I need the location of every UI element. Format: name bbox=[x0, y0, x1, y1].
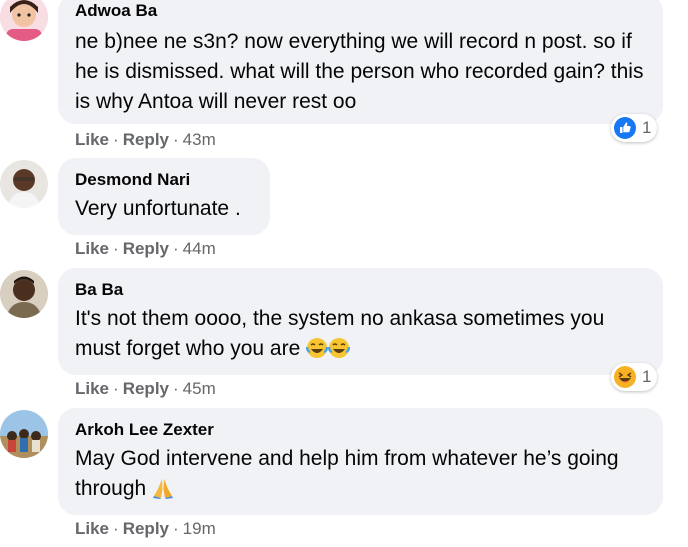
separator: · bbox=[173, 379, 179, 398]
tears-of-joy-emoji bbox=[327, 337, 351, 368]
reaction-count: 1 bbox=[642, 367, 652, 386]
comment-bubble: Ba Ba It's not them oooo, the system no … bbox=[58, 268, 663, 375]
like-button[interactable]: Like bbox=[75, 130, 109, 149]
comment-timestamp[interactable]: 45m bbox=[183, 379, 216, 398]
comment-bubble: Adwoa Ba ne b)nee ne s3n? now everything… bbox=[58, 0, 663, 124]
like-button[interactable]: Like bbox=[75, 379, 109, 398]
avatar[interactable] bbox=[0, 270, 48, 318]
avatar[interactable] bbox=[0, 410, 48, 458]
reply-button[interactable]: Reply bbox=[123, 130, 169, 149]
avatar-image bbox=[0, 160, 48, 208]
like-button[interactable]: Like bbox=[75, 519, 109, 538]
like-icon bbox=[614, 117, 636, 139]
praying-hands-emoji bbox=[152, 477, 174, 508]
separator: · bbox=[113, 519, 119, 538]
comment-author[interactable]: Adwoa Ba bbox=[75, 0, 649, 22]
reaction-summary[interactable]: 1 bbox=[611, 363, 658, 391]
avatar[interactable] bbox=[0, 160, 48, 208]
avatar-image bbox=[0, 0, 48, 41]
avatar[interactable] bbox=[0, 0, 48, 41]
haha-icon bbox=[614, 366, 636, 388]
avatar-image bbox=[0, 410, 48, 458]
separator: · bbox=[113, 239, 119, 258]
comment-timestamp[interactable]: 44m bbox=[183, 239, 216, 258]
comment-text: Very unfortunate . bbox=[75, 197, 241, 220]
separator: · bbox=[113, 130, 119, 149]
avatar-image bbox=[0, 270, 48, 318]
reply-button[interactable]: Reply bbox=[123, 239, 169, 258]
reply-button[interactable]: Reply bbox=[123, 519, 169, 538]
separator: · bbox=[173, 519, 179, 538]
like-button[interactable]: Like bbox=[75, 239, 109, 258]
comment-actions: Like · Reply · 43m bbox=[75, 130, 216, 150]
separator: · bbox=[113, 379, 119, 398]
comment-text: It's not them oooo, the system no ankasa… bbox=[75, 304, 649, 368]
comment-author[interactable]: Ba Ba bbox=[75, 279, 649, 301]
comment-actions: Like · Reply · 45m bbox=[75, 379, 216, 399]
comment-timestamp[interactable]: 43m bbox=[183, 130, 216, 149]
tears-of-joy-emoji bbox=[305, 337, 329, 368]
separator: · bbox=[173, 130, 179, 149]
comment-author[interactable]: Arkoh Lee Zexter bbox=[75, 419, 649, 441]
comment-author[interactable]: Desmond Nari bbox=[75, 169, 256, 191]
comment-bubble: Desmond Nari Very unfortunate . bbox=[58, 158, 270, 235]
comment-text: May God intervene and help him from what… bbox=[75, 444, 649, 508]
comment-text: ne b)nee ne s3n? now everything we will … bbox=[75, 30, 644, 113]
comment-bubble: Arkoh Lee Zexter May God intervene and h… bbox=[58, 408, 663, 515]
separator: · bbox=[173, 239, 179, 258]
reaction-count: 1 bbox=[642, 118, 652, 137]
comment-timestamp[interactable]: 19m bbox=[183, 519, 216, 538]
reply-button[interactable]: Reply bbox=[123, 379, 169, 398]
comment-actions: Like · Reply · 44m bbox=[75, 239, 216, 259]
comment-actions: Like · Reply · 19m bbox=[75, 519, 216, 539]
reaction-summary[interactable]: 1 bbox=[611, 114, 658, 142]
